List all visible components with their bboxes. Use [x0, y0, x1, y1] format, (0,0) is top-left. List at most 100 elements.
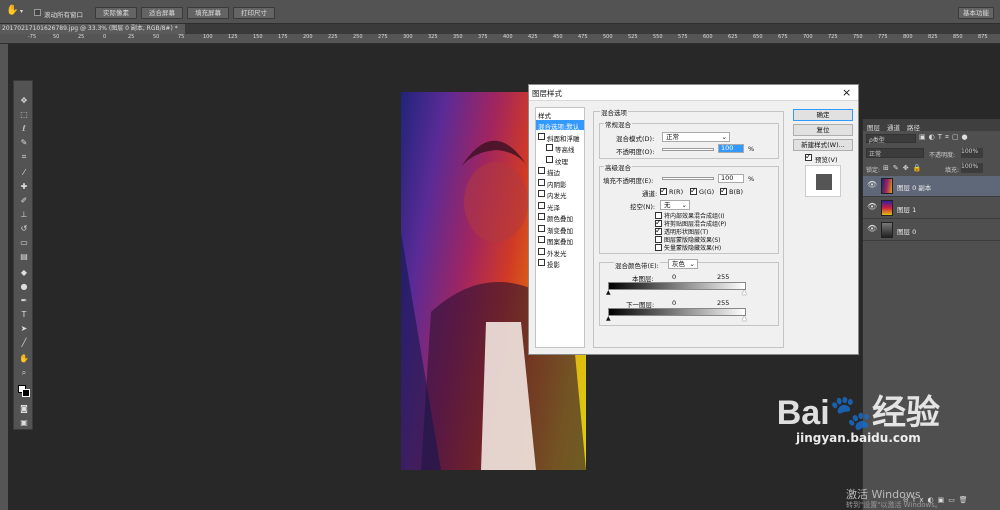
dodge-tool-icon[interactable]: ● [17, 281, 31, 293]
style-item[interactable]: 纹理 [536, 155, 584, 166]
fill-screen-button[interactable]: 填充屏幕 [187, 7, 229, 19]
reset-button[interactable]: 复位 [793, 124, 853, 136]
style-item[interactable]: 渐变叠加 [536, 224, 584, 235]
lasso-tool-icon[interactable]: ℓ [17, 123, 31, 135]
layer-row-middle[interactable]: 👁 图层 1 [863, 198, 1000, 219]
preview-checkbox[interactable] [805, 152, 812, 161]
vertical-ruler[interactable] [0, 44, 8, 510]
this-layer-white-handle[interactable]: ▲ [742, 289, 747, 296]
channel-g-checkbox[interactable] [690, 186, 697, 195]
style-item[interactable]: 等高线 [536, 143, 584, 154]
style-item[interactable]: 混合选项:默认 [536, 120, 584, 131]
under-layer-black-handle[interactable]: ▲ [606, 315, 611, 322]
layer-opacity-value[interactable]: 100% [961, 148, 983, 158]
fill-opacity-slider[interactable] [662, 177, 714, 180]
fill-value[interactable]: 100% [961, 163, 983, 173]
opacity-slider[interactable] [662, 148, 714, 151]
eye-icon[interactable]: 👁 [867, 224, 877, 233]
layer-row-top[interactable]: 👁 图层 0 副本 [863, 176, 1000, 197]
style-item[interactable]: 投影 [536, 258, 584, 269]
eyedropper-tool-icon[interactable]: ⁄ [17, 167, 31, 179]
dialog-close-icon[interactable]: × [842, 86, 851, 99]
layer-row-bottom[interactable]: 👁 图层 0 [863, 220, 1000, 241]
style-checkbox[interactable] [538, 213, 545, 220]
style-item[interactable]: 外发光 [536, 247, 584, 258]
style-item[interactable]: 光泽 [536, 201, 584, 212]
this-layer-gradient-bar[interactable] [608, 282, 746, 290]
background-color-swatch[interactable] [22, 389, 30, 397]
blur-tool-icon[interactable]: ◆ [17, 267, 31, 279]
document-tab[interactable]: 20170217101626789.jpg @ 33.3% (图层 0 副本, … [0, 24, 185, 42]
marquee-tool-icon[interactable]: ⬚ [17, 109, 31, 121]
tab-channels[interactable]: 通道 [887, 122, 900, 132]
advanced-option-checkbox[interactable] [655, 226, 662, 235]
tab-paths[interactable]: 路径 [907, 122, 920, 132]
layer-kind-filter[interactable]: ρ类型 [866, 134, 916, 144]
healing-brush-tool-icon[interactable]: ✚ [17, 181, 31, 193]
blend-mode-select[interactable]: 正常 ⌄ [662, 132, 730, 142]
tool-preset-dropdown-icon[interactable]: ▾ [20, 8, 23, 15]
advanced-option-checkbox[interactable] [655, 236, 662, 243]
screen-mode-icon[interactable]: ▣ [17, 417, 31, 429]
scroll-all-checkbox[interactable] [34, 9, 41, 16]
style-item[interactable]: 图案叠加 [536, 235, 584, 246]
history-brush-tool-icon[interactable]: ↺ [17, 223, 31, 235]
workspace-switcher[interactable]: 基本功能 [958, 7, 994, 19]
style-checkbox[interactable] [538, 167, 545, 174]
style-item[interactable]: 颜色叠加 [536, 212, 584, 223]
tab-layers[interactable]: 图层 [867, 122, 880, 132]
ok-button[interactable]: 确定 [793, 109, 853, 121]
fill-opacity-input[interactable]: 100 [718, 174, 744, 183]
style-checkbox[interactable] [538, 178, 545, 186]
fit-screen-button[interactable]: 适合屏幕 [141, 7, 183, 19]
eye-icon[interactable]: 👁 [867, 202, 877, 211]
style-item[interactable]: 内阴影 [536, 178, 584, 189]
stamp-tool-icon[interactable]: ⊥ [17, 209, 31, 221]
blend-if-select[interactable]: 灰色 ⌄ [668, 259, 698, 269]
style-checkbox[interactable] [538, 247, 545, 255]
opacity-input[interactable]: 100 [718, 144, 744, 153]
zoom-tool-icon[interactable]: ⌕ [17, 367, 31, 379]
quick-select-tool-icon[interactable]: ✎ [17, 137, 31, 149]
channel-r-checkbox[interactable] [660, 186, 667, 195]
print-size-button[interactable]: 打印尺寸 [233, 7, 275, 19]
channel-b-checkbox[interactable] [720, 186, 727, 195]
style-item[interactable]: 内发光 [536, 189, 584, 200]
line-tool-icon[interactable]: ╱ [17, 337, 31, 349]
style-checkbox[interactable] [538, 236, 545, 243]
this-layer-black-handle[interactable]: ▲ [606, 289, 611, 296]
style-item-label: 描边 [547, 169, 560, 177]
style-checkbox[interactable] [538, 190, 545, 197]
path-select-tool-icon[interactable]: ➤ [17, 323, 31, 335]
crop-tool-icon[interactable]: ⌗ [17, 151, 31, 163]
eye-icon[interactable]: 👁 [867, 180, 877, 189]
move-tool-icon[interactable]: ✥ [17, 95, 31, 107]
style-checkbox[interactable] [538, 224, 545, 232]
type-tool-icon[interactable]: T [17, 309, 31, 321]
style-checkbox[interactable] [538, 201, 545, 209]
hand-tool-icon[interactable]: ✋ [6, 5, 18, 16]
brush-tool-icon[interactable]: ✐ [17, 195, 31, 207]
layer-blend-mode-select[interactable]: 正常 [866, 148, 924, 158]
style-checkbox[interactable] [538, 259, 545, 266]
under-layer-white-handle[interactable]: ▲ [742, 315, 747, 322]
quick-mask-icon[interactable]: ◙ [17, 403, 31, 415]
style-checkbox[interactable] [546, 155, 553, 163]
style-checkbox[interactable] [546, 144, 553, 151]
eraser-tool-icon[interactable]: ▭ [17, 237, 31, 249]
advanced-option-checkbox[interactable] [655, 244, 662, 251]
style-checkbox[interactable] [538, 132, 545, 140]
actual-pixels-button[interactable]: 实际像素 [95, 7, 137, 19]
under-layer-gradient-bar[interactable] [608, 308, 746, 316]
new-style-button[interactable]: 新建样式(W)... [793, 139, 853, 151]
knockout-select[interactable]: 无 ⌄ [660, 200, 690, 210]
filter-icons[interactable]: ▣◐T⌗▢● [919, 133, 971, 142]
dialog-titlebar[interactable]: 图层样式 × [529, 85, 858, 101]
style-item[interactable]: 斜面和浮雕 [536, 132, 584, 143]
style-item[interactable]: 描边 [536, 166, 584, 177]
pen-tool-icon[interactable]: ✒ [17, 295, 31, 307]
gradient-tool-icon[interactable]: ▤ [17, 251, 31, 263]
hand-tool-icon[interactable]: ✋ [17, 353, 31, 365]
lock-icons[interactable]: ⊞✎✥🔒 [883, 164, 925, 172]
horizontal-ruler[interactable]: -75 50 25 0 25 50 75 100 125 150 175 200 225 250 275 30… [0, 34, 1000, 44]
